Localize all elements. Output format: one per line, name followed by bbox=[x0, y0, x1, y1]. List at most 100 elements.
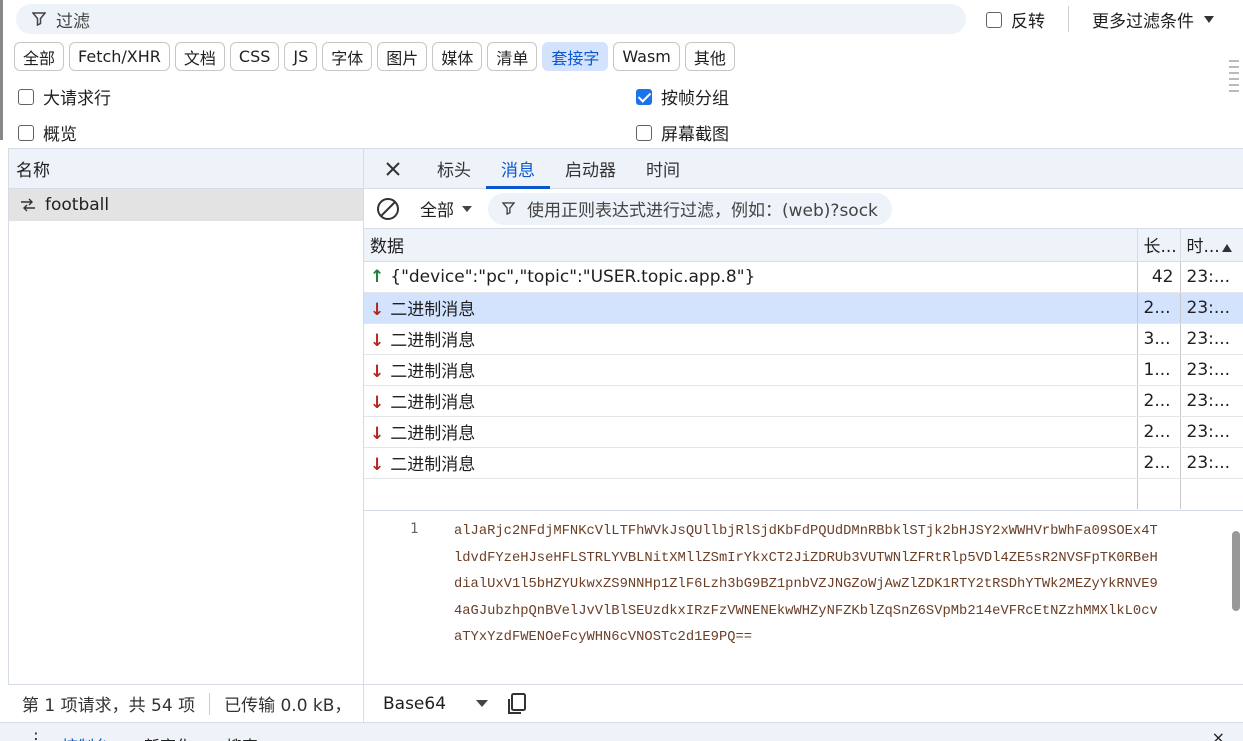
payload-scrollbar[interactable] bbox=[1231, 517, 1241, 682]
chip-doc[interactable]: 文档 bbox=[174, 42, 225, 71]
sort-ascending-icon bbox=[1221, 244, 1232, 253]
tab-timing[interactable]: 时间 bbox=[631, 149, 695, 188]
message-payload-viewer[interactable]: 1 alJaRjc2NFdjMFNKcVlLTFhWVkJsQUllbjRlSj… bbox=[364, 510, 1243, 685]
message-data: 二进制消息 bbox=[390, 362, 476, 382]
panel-resize-grip[interactable] bbox=[1229, 60, 1241, 102]
message-row[interactable]: ↓ 二进制消息 2... 23:... bbox=[364, 416, 1243, 448]
more-filters-label: 更多过滤条件 bbox=[1092, 12, 1194, 32]
received-arrow-icon: ↓ bbox=[370, 424, 385, 444]
chip-media[interactable]: 媒体 bbox=[432, 42, 483, 71]
close-icon bbox=[386, 161, 400, 176]
chevron-down-icon bbox=[462, 205, 472, 212]
received-arrow-icon: ↓ bbox=[370, 455, 385, 475]
message-time: 23:... bbox=[1180, 354, 1243, 386]
message-row[interactable]: ↓ 二进制消息 2... 23:... bbox=[364, 292, 1243, 324]
tab-console[interactable]: 控制台 bbox=[62, 733, 110, 741]
message-length: 2... bbox=[1137, 416, 1181, 448]
big-rows-option[interactable]: 大请求行 bbox=[18, 84, 111, 109]
filter-bar: 过滤 反转 更多过滤条件 bbox=[0, 0, 1243, 38]
chip-manifest[interactable]: 清单 bbox=[487, 42, 538, 71]
message-time: 23:... bbox=[1180, 261, 1243, 293]
chip-fetch-xhr[interactable]: Fetch/XHR bbox=[69, 42, 170, 71]
request-summary: 第 1 项请求，共 54 项 已传输 0.0 kB， bbox=[8, 684, 364, 723]
messages-table: 数据 长... 时... ↑ {"device":"pc","topic":"US… bbox=[364, 229, 1243, 509]
overview-label: 概览 bbox=[43, 125, 77, 145]
chip-img[interactable]: 图片 bbox=[377, 42, 428, 71]
message-length: 2... bbox=[1137, 447, 1181, 479]
clear-messages-icon[interactable] bbox=[376, 197, 400, 221]
received-arrow-icon: ↓ bbox=[370, 393, 385, 413]
chip-css[interactable]: CSS bbox=[229, 42, 280, 71]
invert-toggle[interactable]: 反转 bbox=[986, 7, 1045, 32]
bottom-drawer: ⋮ 控制台 新变化 搜索 × bbox=[0, 722, 1243, 741]
close-detail-button[interactable] bbox=[364, 149, 422, 188]
chevron-down-icon bbox=[476, 700, 489, 707]
filter-input[interactable]: 过滤 bbox=[16, 4, 966, 34]
overview-option[interactable]: 概览 bbox=[18, 120, 77, 145]
more-filters-dropdown[interactable]: 更多过滤条件 bbox=[1092, 7, 1214, 32]
chip-all[interactable]: 全部 bbox=[14, 42, 65, 71]
chip-font[interactable]: 字体 bbox=[322, 42, 373, 71]
overview-checkbox[interactable] bbox=[18, 124, 34, 141]
filter-icon bbox=[32, 12, 46, 26]
received-arrow-icon: ↓ bbox=[370, 331, 385, 351]
message-data: 二进制消息 bbox=[390, 424, 476, 444]
tab-messages[interactable]: 消息 bbox=[486, 149, 550, 189]
big-rows-label: 大请求行 bbox=[43, 89, 111, 109]
column-header-time[interactable]: 时... bbox=[1180, 229, 1243, 262]
message-row[interactable]: ↓ 二进制消息 2... 23:... bbox=[364, 447, 1243, 479]
encoding-value: Base64 bbox=[383, 693, 447, 714]
message-time: 23:... bbox=[1180, 385, 1243, 417]
payload-text[interactable]: alJaRjc2NFdjMFNKcVlLTFhWVkJsQUllbjRlSjdK… bbox=[454, 519, 1224, 652]
request-name: football bbox=[45, 195, 110, 215]
group-by-frame-option[interactable]: 按帧分组 bbox=[636, 84, 729, 109]
chip-other[interactable]: 其他 bbox=[684, 42, 735, 71]
message-length: 42 bbox=[1137, 261, 1181, 293]
copy-icon[interactable] bbox=[506, 692, 528, 716]
name-header-label: 名称 bbox=[16, 161, 50, 181]
invert-checkbox[interactable] bbox=[986, 11, 1002, 28]
request-row-football[interactable]: football bbox=[9, 189, 363, 221]
message-type-select[interactable]: 全部 bbox=[420, 196, 472, 221]
divider bbox=[1068, 6, 1069, 32]
tab-headers[interactable]: 标头 bbox=[422, 149, 486, 188]
chevron-down-icon bbox=[1204, 16, 1214, 23]
close-drawer-icon[interactable]: × bbox=[1212, 728, 1225, 741]
column-header-length[interactable]: 长... bbox=[1137, 229, 1181, 262]
tab-search[interactable]: 搜索 bbox=[226, 733, 258, 741]
messages-toolbar: 全部 使用正则表达式进行过滤，例如：(web)?sock bbox=[364, 189, 1243, 229]
drawer-tabs: 控制台 新变化 搜索 bbox=[30, 733, 258, 741]
message-length: 2... bbox=[1137, 385, 1181, 417]
message-data: 二进制消息 bbox=[390, 455, 476, 475]
screenshots-label: 屏幕截图 bbox=[661, 125, 729, 145]
message-row[interactable]: ↓ 二进制消息 2... 23:... bbox=[364, 385, 1243, 417]
message-row[interactable]: ↑ {"device":"pc","topic":"USER.topic.app.… bbox=[364, 261, 1243, 293]
chip-socket[interactable]: 套接字 bbox=[542, 42, 609, 71]
request-count: 第 1 项请求，共 54 项 bbox=[22, 696, 196, 716]
screenshots-option[interactable]: 屏幕截图 bbox=[636, 120, 729, 145]
message-type-value: 全部 bbox=[420, 201, 454, 221]
big-rows-checkbox[interactable] bbox=[18, 88, 34, 105]
message-row[interactable]: ↓ 二进制消息 1... 23:... bbox=[364, 354, 1243, 386]
chip-js[interactable]: JS bbox=[284, 42, 318, 71]
group-by-frame-checkbox[interactable] bbox=[636, 88, 652, 105]
websocket-icon bbox=[21, 198, 35, 212]
message-time: 23:... bbox=[1180, 323, 1243, 355]
group-by-frame-label: 按帧分组 bbox=[661, 89, 729, 109]
message-regex-filter-input[interactable]: 使用正则表达式进行过滤，例如：(web)?sock bbox=[488, 192, 892, 225]
name-column-header[interactable]: 名称 bbox=[9, 149, 363, 189]
column-header-data[interactable]: 数据 bbox=[364, 229, 1138, 262]
chip-wasm[interactable]: Wasm bbox=[613, 42, 680, 71]
encoding-select[interactable]: Base64 bbox=[383, 693, 489, 714]
message-length: 2... bbox=[1137, 292, 1181, 324]
received-arrow-icon: ↓ bbox=[370, 300, 385, 320]
message-time: 23:... bbox=[1180, 292, 1243, 324]
detail-tabs: 标头 消息 启动器 时间 bbox=[364, 149, 1243, 189]
tab-whats-new[interactable]: 新变化 bbox=[144, 733, 192, 741]
message-row[interactable]: ↓ 二进制消息 3... 23:... bbox=[364, 323, 1243, 355]
tab-initiator[interactable]: 启动器 bbox=[550, 149, 631, 188]
regex-placeholder: 使用正则表达式进行过滤，例如：(web)?sock bbox=[527, 201, 878, 221]
filter-placeholder: 过滤 bbox=[56, 11, 90, 32]
screenshots-checkbox[interactable] bbox=[636, 124, 652, 141]
message-time: 23:... bbox=[1180, 416, 1243, 448]
